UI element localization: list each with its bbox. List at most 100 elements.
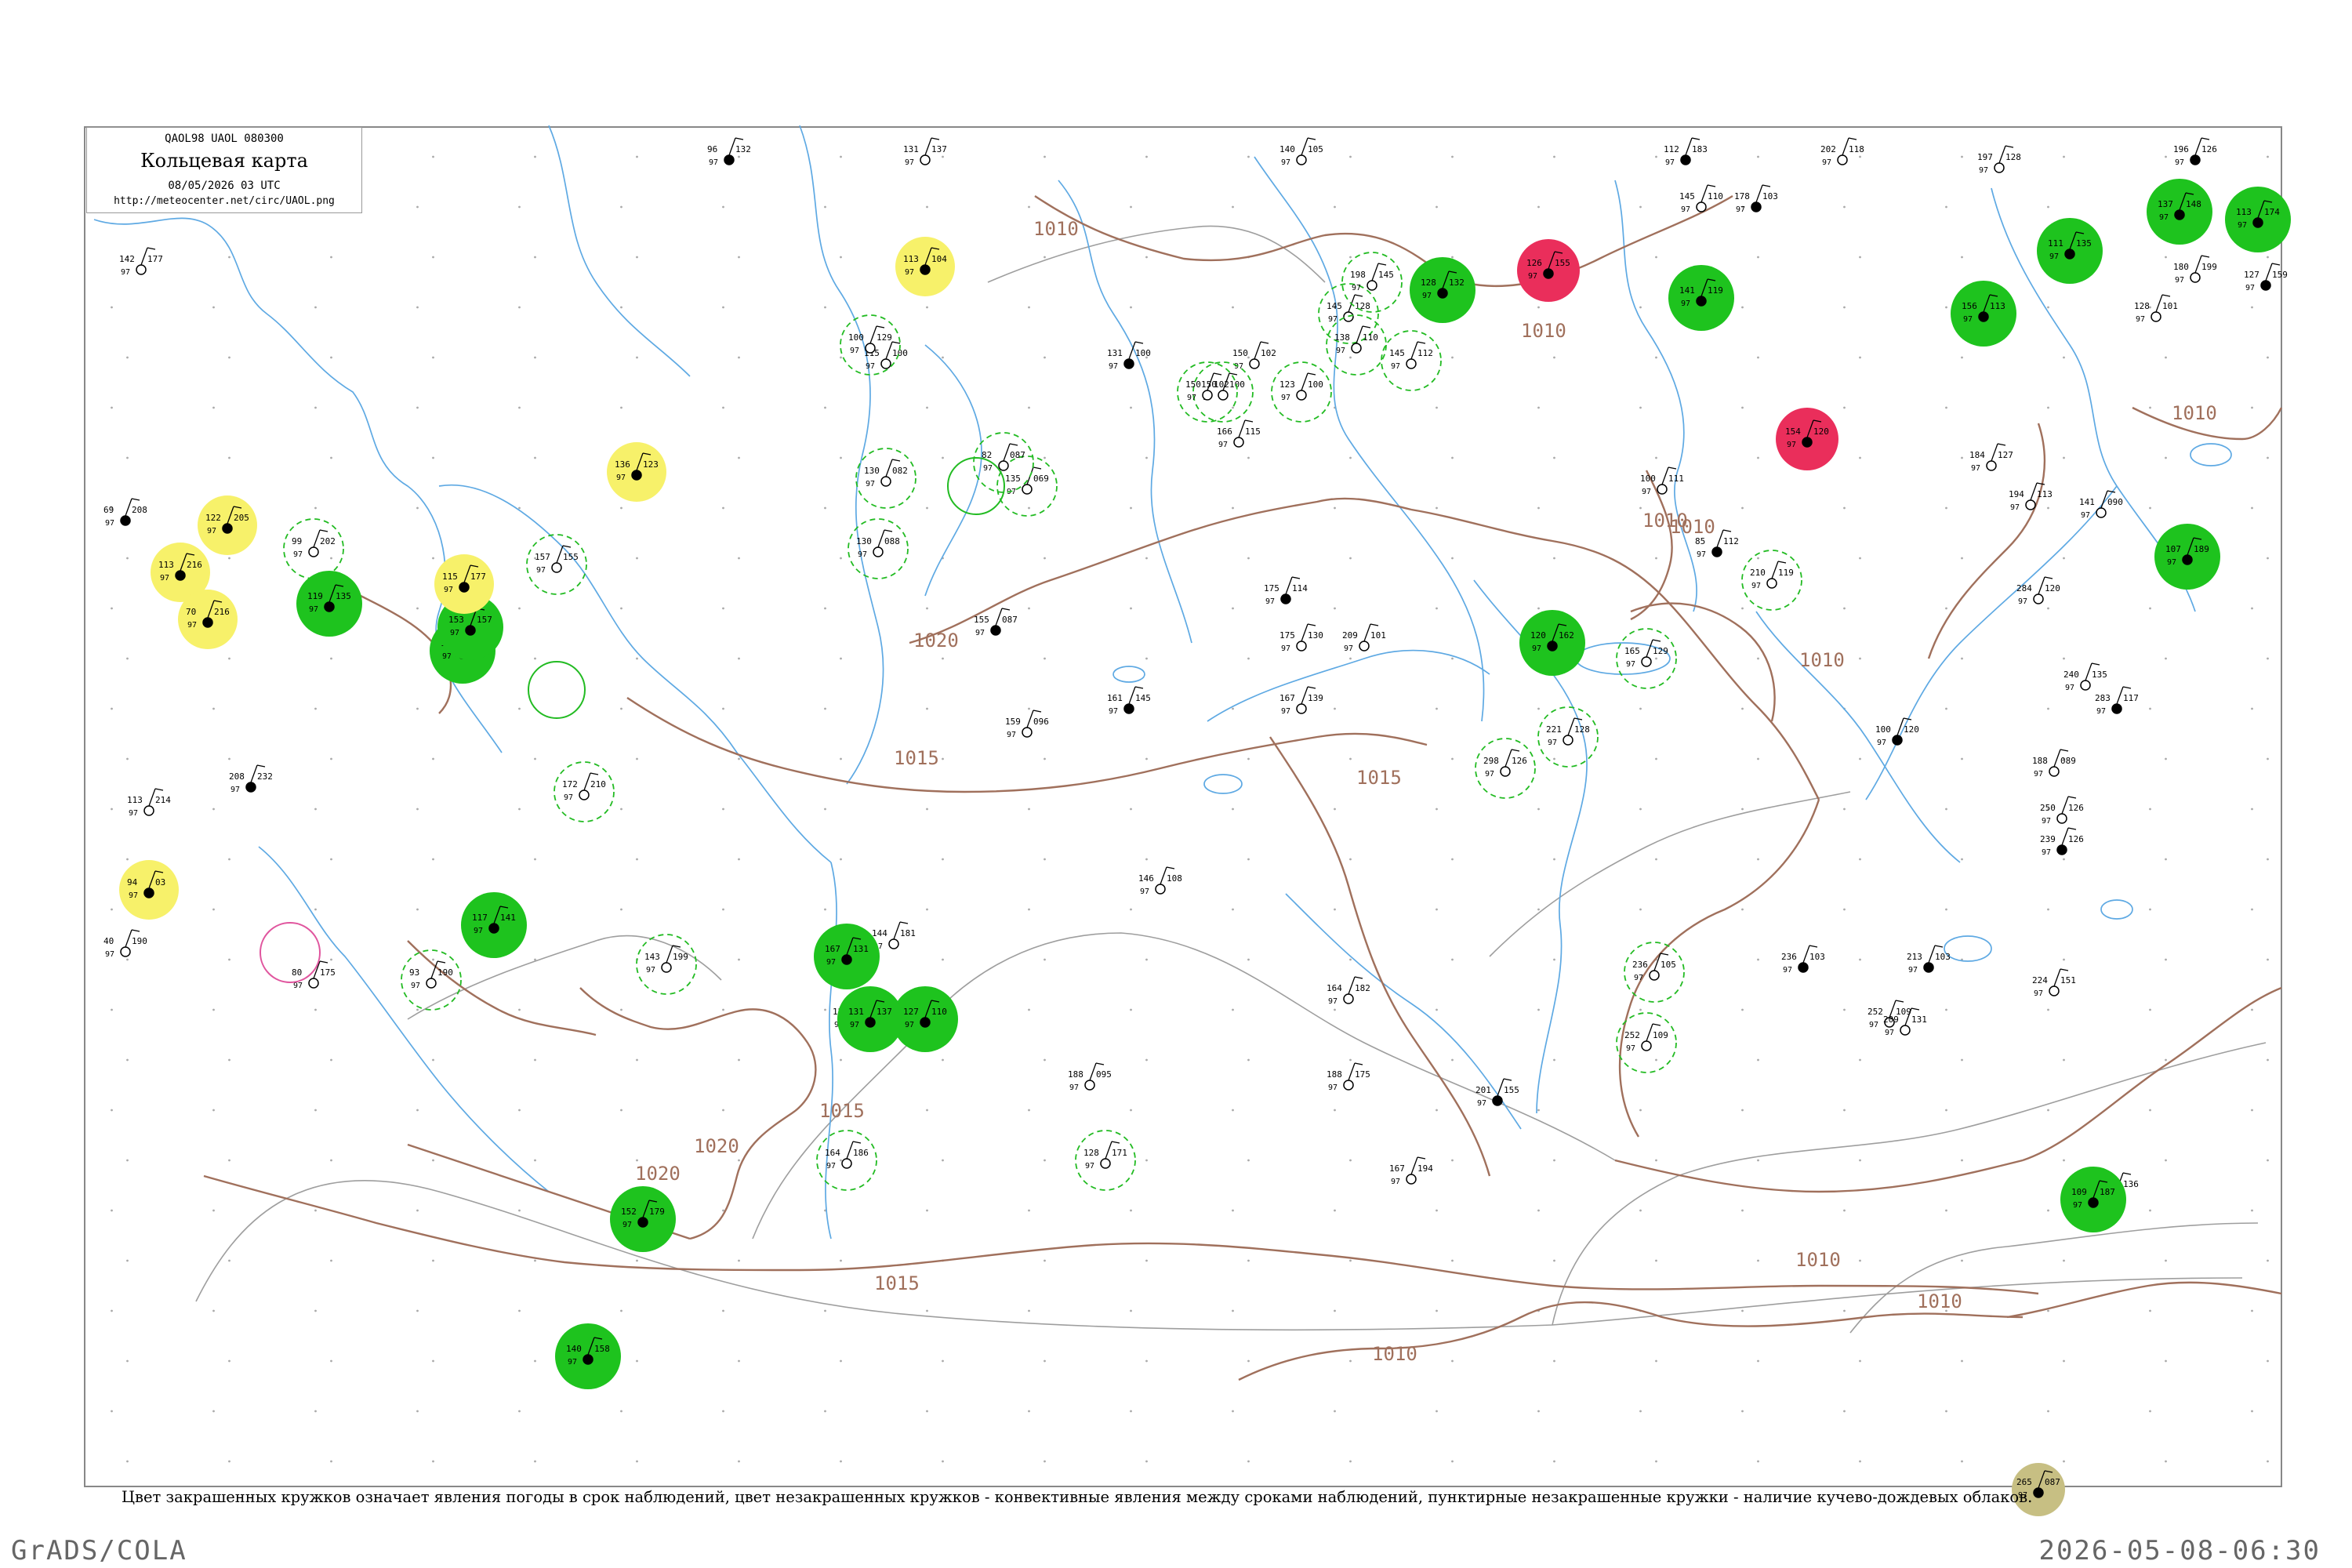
station-temp: 209 [1342,630,1358,641]
cloud-cover-icon [1406,1174,1417,1185]
station-dewpoint: 97 [230,786,240,794]
grid-dot [2063,1460,2065,1463]
station-dewpoint: 97 [1532,644,1541,653]
grid-dot [2267,757,2269,760]
source-url[interactable]: http://meteocenter.net/circ/UAOL.png [87,195,361,207]
grid-dot [212,707,215,710]
station-temp: 213 [1907,952,1922,962]
grid-dot [1639,506,1642,510]
grid-dot [330,456,332,459]
grid-dot [1843,1008,1846,1011]
grid-dot [518,306,521,309]
cloud-cover-icon [2096,507,2107,518]
grid-dot [534,1460,536,1463]
station-temp: 159 [1005,717,1021,727]
isobar-label: 1010 [2172,402,2217,424]
station-dewpoint: 97 [975,629,985,637]
grid-dot [314,1209,317,1212]
isobar-label: 1015 [1356,767,1402,789]
station-dewpoint: 97 [1281,644,1290,653]
grid-dot [111,1309,113,1312]
grid-dot [1247,1359,1250,1363]
grid-dot [1247,155,1250,158]
station-pressure: 199 [673,952,688,962]
grid-dot [2267,1159,2269,1162]
station-dewpoint: 97 [1336,347,1345,355]
grid-dot [2047,1109,2049,1112]
rain-station: 152 179 97 [610,1186,676,1252]
grid-dot [1028,1109,1030,1112]
grid-dot [2165,958,2167,961]
grid-dot [840,1259,842,1262]
station-dewpoint: 97 [1281,394,1290,402]
station-dewpoint: 97 [1626,660,1635,669]
cloud-cover-icon [1351,343,1362,354]
cloud-cover-icon [2080,680,2091,691]
grid-dot [1655,256,1657,259]
grid-dot [1639,1109,1642,1112]
station-dewpoint: 97 [1328,997,1338,1006]
grid-dot [534,757,536,760]
grid-dot [534,155,536,158]
station-temp: 113 [127,795,143,805]
station-dewpoint: 97 [2238,221,2247,230]
grid-dot [636,858,638,861]
station-temp: 178 [1734,191,1750,201]
grid-dot [1537,607,1540,610]
cloud-cover-icon [1155,884,1166,895]
isobar-label: 1020 [635,1163,681,1185]
grid-dot [518,205,521,209]
grid-dot [1436,506,1438,510]
station-temp: 100 [848,332,864,343]
grid-dot [111,1410,113,1413]
station-dewpoint: 97 [564,793,573,802]
grid-dot [1349,356,1352,359]
grid-dot [1232,1410,1234,1413]
cloud-cover-icon [1923,962,1934,973]
grid-dot [1145,1359,1148,1363]
grid-dot [432,1460,434,1463]
station-pressure: 137 [877,1007,892,1017]
grid-dot [942,858,944,861]
grid-dot [1044,657,1046,660]
grid-dot [1757,1359,1759,1363]
station-temp: 221 [1546,724,1562,735]
grid-dot [1247,1259,1250,1262]
grid-dot [1349,1359,1352,1363]
grid-dot [1741,607,1744,610]
grid-dot [722,707,724,710]
grid-dot [2047,1309,2049,1312]
grid-dot [1451,1259,1454,1262]
grid-dot [1757,155,1759,158]
station-dewpoint: 97 [905,1021,914,1029]
grid-dot [1843,808,1846,811]
grid-dot [228,1058,230,1062]
grid-dot [1961,557,1963,560]
rain-station: 120 162 97 [1519,610,1585,676]
grid-dot [824,1410,826,1413]
grid-dot [636,155,638,158]
rain-station: 117 141 97 [461,892,527,958]
station-temp: 239 [2040,834,2056,844]
grid-dot [1334,707,1336,710]
grid-dot [824,1008,826,1011]
station-dewpoint: 97 [411,982,420,990]
station-temp: 167 [825,944,840,954]
grid-dot [1945,205,1947,209]
grid-dot [1028,607,1030,610]
grid-dot [2047,506,2049,510]
station-pressure: 128 [2005,152,2021,162]
grid-dot [738,657,740,660]
station-temp: 250 [2040,803,2056,813]
grid-dot [518,607,521,610]
grid-dot [534,1259,536,1262]
station-temp: 210 [1750,568,1766,578]
cloud-cover-icon [143,805,154,816]
grid-dot [2251,1209,2253,1212]
grid-dot [620,205,622,209]
grid-dot [1451,757,1454,760]
grid-dot [1553,1359,1555,1363]
station-temp: 184 [1969,450,1985,460]
isobar-label: 1010 [1372,1343,1417,1365]
cloud-cover-icon [1641,1040,1652,1051]
